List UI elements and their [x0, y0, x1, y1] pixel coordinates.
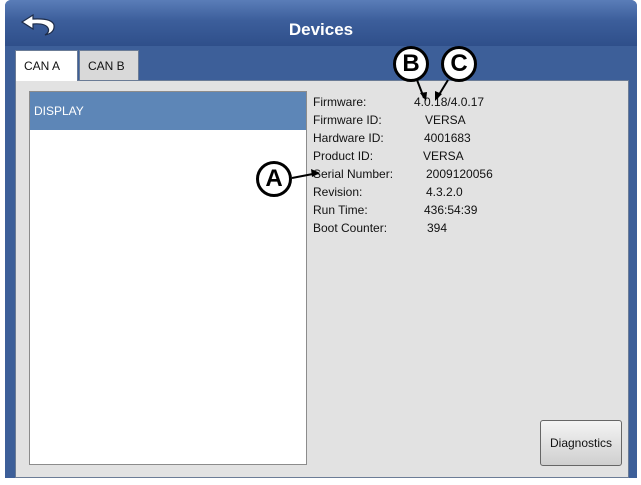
device-item-display[interactable]: DISPLAY: [30, 92, 306, 130]
devices-panel: DISPLAY Firmware: 4.0.18/4.0.17 Firmware…: [15, 80, 629, 478]
product-id-value: VERSA: [423, 149, 464, 163]
run-time-label: Run Time:: [313, 203, 368, 217]
firmware-value: 4.0.18/4.0.17: [414, 95, 485, 109]
diagnostics-button[interactable]: Diagnostics: [540, 420, 622, 466]
tab-can-a[interactable]: CAN A: [15, 50, 78, 81]
firmware-id-value: VERSA: [425, 113, 466, 127]
firmware-label: Firmware:: [313, 95, 367, 109]
devices-window: Devices CAN A CAN B DISPLAY Firmware: 4.…: [5, 0, 637, 478]
callout-a: A: [256, 161, 292, 197]
boot-counter-value: 394: [427, 221, 448, 235]
callout-b: B: [393, 46, 429, 82]
product-id-label: Product ID:: [313, 149, 374, 163]
page-title: Devices: [288, 20, 354, 39]
hardware-id-value: 4001683: [424, 131, 471, 145]
run-time-value: 436:54:39: [424, 203, 478, 217]
hardware-id-label: Hardware ID:: [313, 131, 384, 145]
title-bar: Devices: [5, 0, 637, 46]
serial-number-value: 2009120056: [426, 167, 493, 181]
boot-counter-label: Boot Counter:: [313, 221, 388, 235]
tab-can-b[interactable]: CAN B: [79, 50, 139, 80]
revision-value: 4.3.2.0: [426, 185, 463, 199]
firmware-id-label: Firmware ID:: [313, 113, 382, 127]
serial-number-label: Serial Number:: [313, 167, 394, 181]
device-list[interactable]: DISPLAY: [29, 91, 307, 465]
callout-c: C: [441, 46, 477, 82]
revision-label: Revision:: [313, 185, 363, 199]
